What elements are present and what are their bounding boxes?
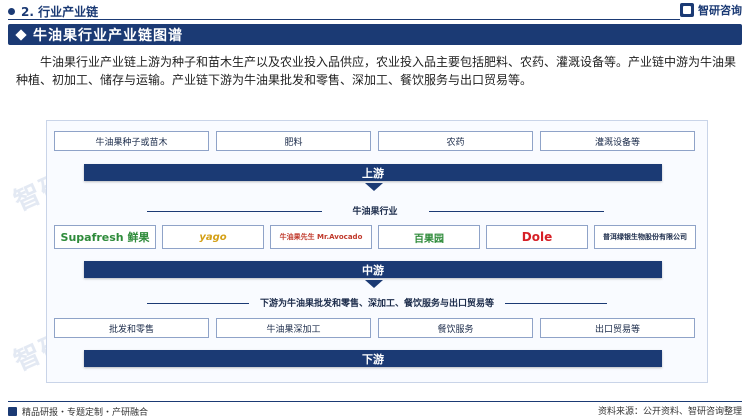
logo-text: 智研咨询 [698, 4, 742, 17]
footer-divider [8, 401, 742, 402]
company-logo-mr-avocado: 牛油果先生 Mr.Avocado [270, 225, 372, 249]
footer-tagline-text: 精品研报・专题定制・产研融合 [22, 408, 149, 418]
upstream-item: 灌溉设备等 [540, 131, 695, 151]
downstream-item: 牛油果深加工 [216, 318, 371, 338]
company-logo-dole: Dole [486, 225, 588, 249]
heading-line [147, 303, 249, 304]
upstream-item: 牛油果种子或苗木 [54, 131, 209, 151]
downstream-item: 出口贸易等 [540, 318, 695, 338]
page-title: 牛油果行业产业链图谱 [33, 27, 183, 44]
company-logos-row: Supafresh 鲜果 yago 牛油果先生 Mr.Avocado 百果园 D… [54, 225, 696, 249]
section-label: 2. 行业产业链 [21, 4, 99, 19]
company-logo-supafresh: Supafresh 鲜果 [54, 225, 156, 249]
footer-logo-icon [8, 407, 17, 416]
intro-paragraph: 牛油果行业产业链上游为种子和苗木生产以及农业投入品供应，农业投入品主要包括肥料、… [16, 55, 737, 87]
downstream-heading: 下游为牛油果批发和零售、深加工、餐饮服务与出口贸易等 [259, 299, 494, 309]
stage-midstream: 中游 [84, 261, 662, 278]
section-dot-icon [8, 7, 15, 15]
section-header: 2. 行业产业链 [8, 3, 98, 19]
down-arrow-icon [365, 280, 383, 288]
company-logo-puer-lvyin: 普洱绿银生物股份有限公司 [594, 225, 696, 249]
company-logo-yago: yago [162, 225, 264, 249]
company-logo-baiguoyuan: 百果园 [378, 225, 480, 249]
title-banner: 牛油果行业产业链图谱 [8, 24, 742, 45]
stage-upstream: 上游 [84, 164, 662, 181]
diamond-icon [15, 28, 27, 41]
midstream-heading: 牛油果行业 [352, 207, 398, 217]
header-divider [8, 19, 680, 20]
heading-line [429, 211, 604, 212]
stage-downstream: 下游 [84, 350, 662, 367]
downstream-item: 餐饮服务 [378, 318, 533, 338]
industry-chain-diagram: 牛油果种子或苗木 肥料 农药 灌溉设备等 上游 牛油果行业 Supafresh … [46, 120, 708, 383]
heading-line [505, 303, 607, 304]
upstream-row: 牛油果种子或苗木 肥料 农药 灌溉设备等 [54, 131, 695, 151]
brand-logo: 智研咨询 [680, 2, 742, 18]
source-note: 资料来源：公开资料、智研咨询整理 [597, 407, 742, 417]
upstream-item: 肥料 [216, 131, 371, 151]
down-arrow-icon [365, 183, 383, 191]
footer-tagline: 精品研报・专题定制・产研融合 [8, 405, 148, 418]
downstream-row: 批发和零售 牛油果深加工 餐饮服务 出口贸易等 [54, 318, 695, 338]
upstream-item: 农药 [378, 131, 533, 151]
heading-line [147, 211, 322, 212]
downstream-item: 批发和零售 [54, 318, 209, 338]
logo-icon [680, 3, 694, 17]
